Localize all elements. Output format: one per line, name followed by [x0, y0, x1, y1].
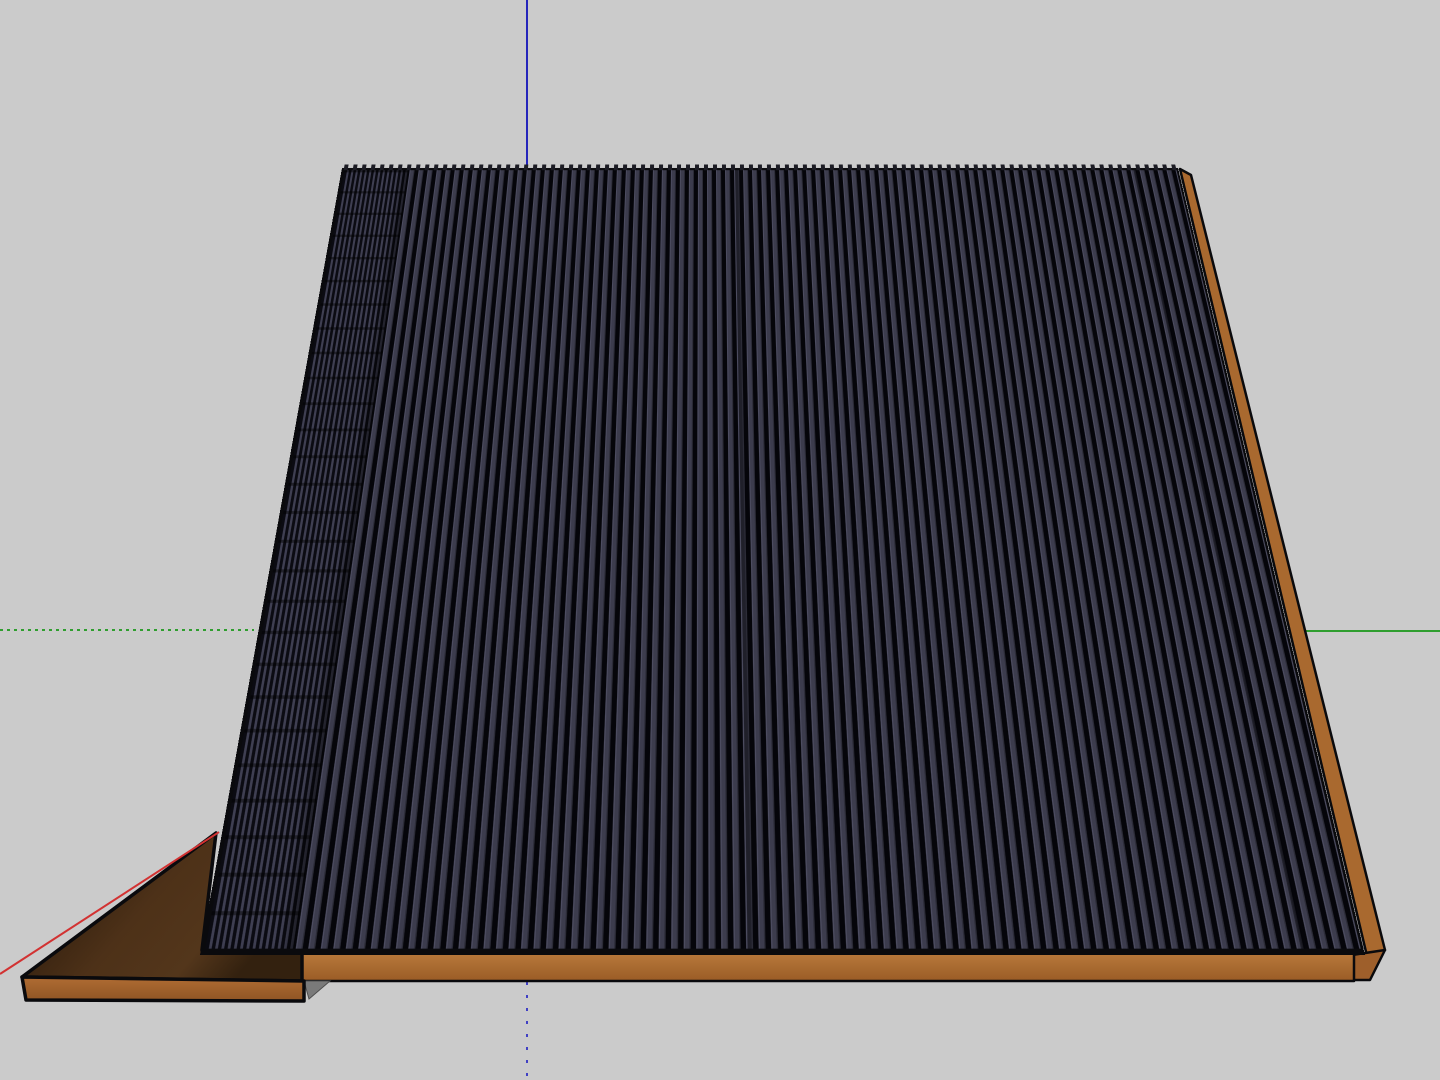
roof-tile-tips-row: [344, 165, 1178, 170]
deck-shadow: [304, 981, 330, 999]
3d-viewport[interactable]: [0, 0, 1440, 1080]
ground-board-front-edge[interactable]: [22, 977, 304, 1001]
deck-front-edge[interactable]: [302, 952, 1354, 981]
roof-panel-seam: [735, 170, 752, 948]
roof-tile-panel[interactable]: [200, 168, 1365, 955]
